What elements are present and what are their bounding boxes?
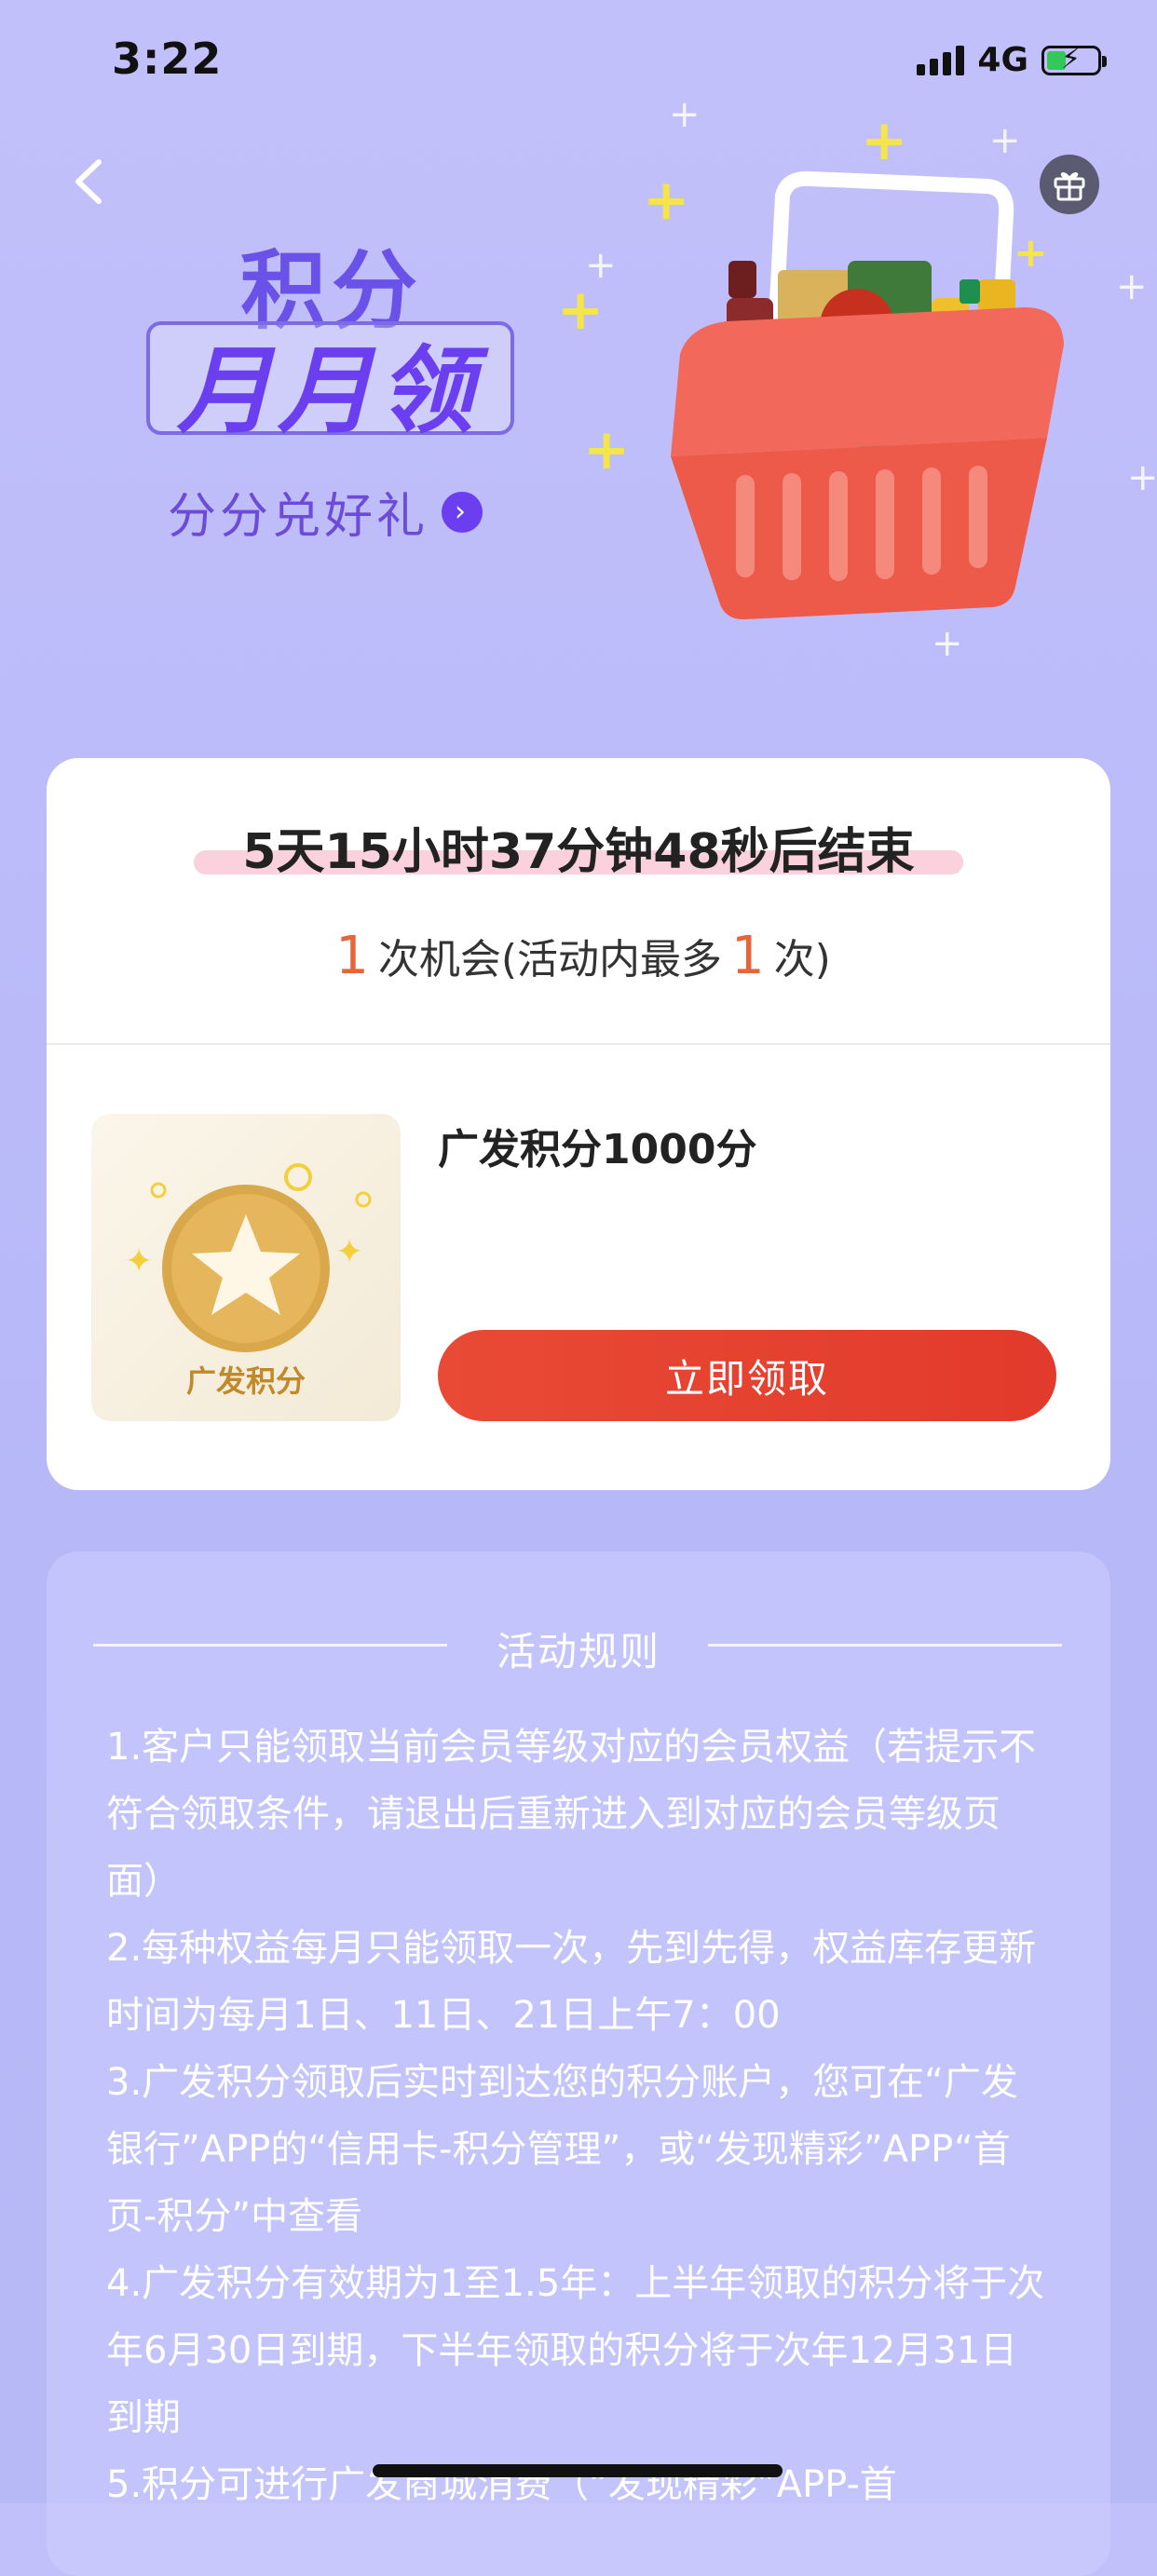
banner-title-line2: 月月领	[177, 336, 479, 447]
home-indicator[interactable]	[373, 2464, 783, 2477]
sparkle-icon: +	[989, 119, 1021, 162]
rules-list: 1.客户只能领取当前会员等级对应的会员权益（若提示不符合领取条件，请退出后重新进…	[106, 1714, 1047, 2518]
rule-item: 3.广发积分领取后实时到达您的积分账户，您可在“广发银行”APP的“信用卡-积分…	[106, 2061, 1018, 2238]
network-label: 4G	[977, 41, 1028, 79]
svg-text:✦: ✦	[125, 1242, 153, 1281]
chances-text: 次机会(活动内最多	[377, 936, 722, 983]
chevron-left-icon	[75, 159, 102, 204]
rule-item: 1.客户只能领取当前会员等级对应的会员权益（若提示不符合领取条件，请退出后重新进…	[106, 1726, 1037, 1903]
status-indicators: 4G ⚡	[917, 41, 1107, 79]
banner-subtitle-link[interactable]: 分分兑好礼 ›	[168, 477, 483, 547]
battery-icon: ⚡	[1041, 44, 1107, 75]
rule-item: 5.积分可进行广发商城消费（“发现精彩”APP-首	[106, 2463, 897, 2506]
rules-title: 活动规则	[496, 1629, 660, 1674]
signal-icon	[917, 45, 965, 75]
max-count: 1	[731, 926, 765, 986]
chevron-right-icon: ›	[442, 491, 483, 533]
banner-subtitle: 分分兑好礼	[168, 489, 429, 545]
chances-suffix: 次)	[773, 936, 831, 983]
countdown-text: 5天15小时37分钟48秒后结束	[242, 824, 915, 880]
prize-thumbnail: ✦ ✦ 广发积分	[91, 1114, 401, 1421]
chances-count: 1	[335, 926, 369, 986]
chances-info: 1 次机会(活动内最多 1 次)	[0, 926, 1157, 986]
rule-item: 4.广发积分有效期为1至1.5年：上半年领取的积分将于次年6月30日到期，下半年…	[106, 2262, 1045, 2439]
prize-thumb-label: 广发积分	[185, 1363, 306, 1399]
claim-button[interactable]: 立即领取	[438, 1330, 1056, 1421]
prize-name: 广发积分1000分	[438, 1126, 757, 1173]
sparkle-icon: +	[557, 278, 605, 343]
sparkle-icon: +	[669, 93, 701, 136]
sparkle-icon: +	[583, 417, 631, 482]
sparkle-icon: +	[932, 622, 963, 665]
status-time: 3:22	[112, 34, 223, 84]
back-button[interactable]	[65, 156, 116, 207]
shopping-basket-illustration	[671, 170, 1064, 620]
svg-text:✦: ✦	[335, 1233, 363, 1271]
sparkle-icon: +	[1127, 456, 1157, 499]
card-divider	[47, 1043, 1110, 1045]
rule-item: 2.每种权益每月只能领取一次，先到先得，权益库存更新时间为每月1日、11日、21…	[106, 1927, 1037, 2037]
sparkle-icon: +	[1116, 265, 1148, 308]
